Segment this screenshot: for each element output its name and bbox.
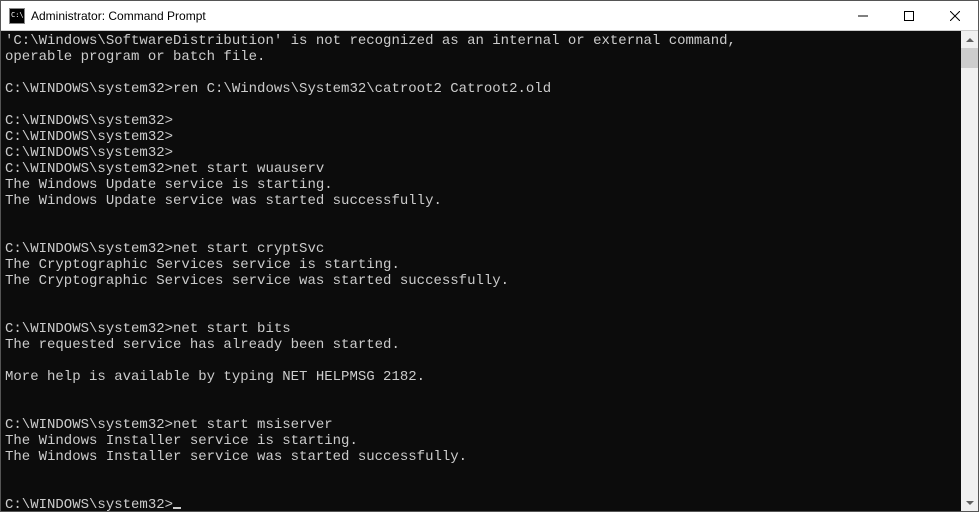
client-area: 'C:\Windows\SoftwareDistribution' is not… bbox=[1, 31, 978, 511]
scroll-up-button[interactable] bbox=[961, 31, 978, 48]
svg-text:C:\: C:\ bbox=[11, 11, 24, 19]
maximize-button[interactable] bbox=[886, 1, 932, 31]
text-cursor bbox=[173, 507, 181, 509]
minimize-button[interactable] bbox=[840, 1, 886, 31]
scroll-track[interactable] bbox=[961, 48, 978, 494]
command-prompt-window: C:\ Administrator: Command Prompt 'C:\Wi… bbox=[0, 0, 979, 512]
cmd-icon: C:\ bbox=[9, 8, 25, 24]
vertical-scrollbar[interactable] bbox=[961, 31, 978, 511]
scroll-thumb[interactable] bbox=[961, 48, 978, 68]
close-button[interactable] bbox=[932, 1, 978, 31]
scroll-down-button[interactable] bbox=[961, 494, 978, 511]
terminal-output[interactable]: 'C:\Windows\SoftwareDistribution' is not… bbox=[1, 31, 961, 511]
window-title: Administrator: Command Prompt bbox=[31, 9, 206, 23]
titlebar[interactable]: C:\ Administrator: Command Prompt bbox=[1, 1, 978, 31]
